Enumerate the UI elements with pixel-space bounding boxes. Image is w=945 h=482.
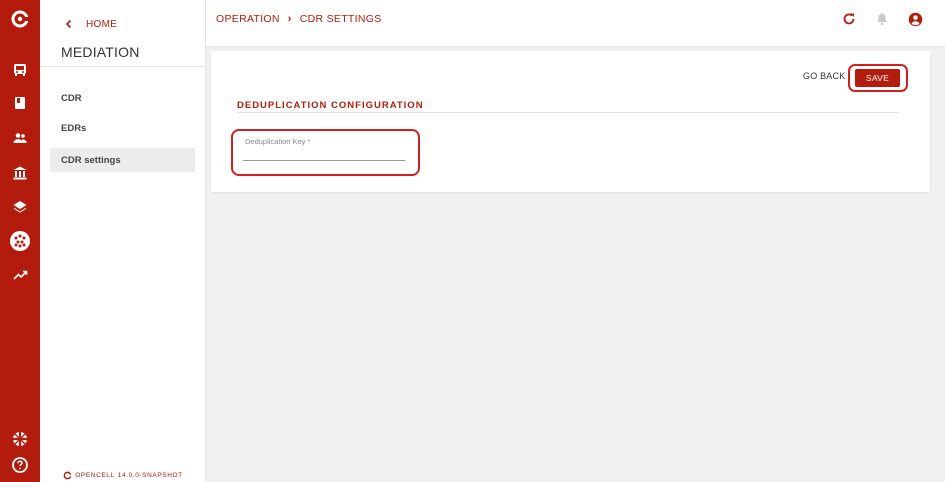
save-button[interactable]: SAVE [855,69,900,87]
mediation-icon[interactable] [0,229,40,253]
sidebar-item-cdr-settings[interactable]: CDR settings [50,148,195,172]
top-header: OPERATION › CDR SETTINGS [206,0,945,46]
breadcrumb: OPERATION › CDR SETTINGS [216,13,382,25]
breadcrumb-cdr-settings: CDR SETTINGS [299,13,382,25]
opencell-small-logo-icon [63,471,72,480]
deduplication-key-highlight: Deduplication Key * [231,129,420,176]
go-back-button[interactable]: GO BACK [803,71,845,81]
sidebar-item-edrs[interactable]: EDRs [50,116,195,140]
header-actions [841,11,923,27]
account-icon[interactable] [907,11,923,27]
module-title: MEDIATION [61,44,140,60]
sidebar-divider [40,66,206,67]
version-brand: OPENCELL [75,472,115,479]
section-divider [237,112,899,113]
version-number: 14.0.0-SNAPSHOT [117,472,183,479]
chevron-right-icon: › [287,13,292,25]
deduplication-key-input[interactable] [243,147,405,161]
sidebar-item-cdr[interactable]: CDR [50,86,195,110]
sidebar-item-label: CDR settings [61,154,121,166]
layers-icon[interactable] [0,195,40,219]
bell-icon[interactable] [874,11,890,27]
save-button-highlight: SAVE [848,64,908,92]
book-icon[interactable] [0,91,40,115]
sidebar-item-label: EDRs [61,122,87,134]
sidebar-item-label: CDR [61,92,82,104]
icon-rail [0,0,40,482]
opencell-logo-icon[interactable] [0,7,40,31]
help-icon[interactable] [0,453,40,477]
deduplication-key-label: Deduplication Key * [245,137,311,146]
home-label: HOME [86,18,118,30]
trending-up-icon[interactable] [0,263,40,287]
bank-icon[interactable] [0,161,40,185]
breadcrumb-operation[interactable]: OPERATION [216,13,280,25]
cdr-settings-card: GO BACK SAVE DEDUPLICATION CONFIGURATION… [211,51,930,192]
version-info: OPENCELL 14.0.0-SNAPSHOT [40,471,206,480]
bus-icon[interactable] [0,58,40,82]
section-title: DEDUPLICATION CONFIGURATION [237,100,424,111]
chevron-left-icon [65,19,72,29]
language-flag-icon[interactable] [0,427,40,451]
secondary-sidebar: HOME MEDIATION CDR EDRs CDR settings OPE… [40,0,206,482]
users-icon[interactable] [0,126,40,150]
home-link[interactable]: HOME [62,17,117,31]
refresh-icon[interactable] [841,11,857,27]
